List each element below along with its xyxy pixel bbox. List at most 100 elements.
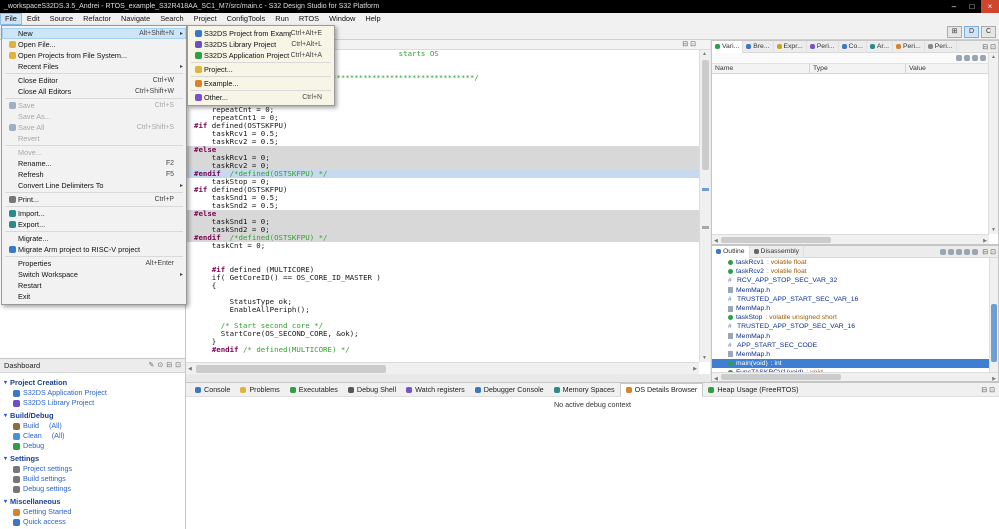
tab-os-details-browser[interactable]: OS Details Browser (620, 383, 704, 397)
menu-source[interactable]: Source (45, 13, 78, 25)
panel-minimize-icon[interactable]: ⊟ (982, 43, 988, 51)
dashboard-link-clean[interactable]: Clean(All) (4, 431, 181, 441)
panel-maximize-icon[interactable]: ⊡ (989, 386, 995, 394)
submenu-item-example[interactable]: Example... (188, 78, 334, 89)
dashboard-link-quick-access[interactable]: Quick access (4, 517, 181, 527)
tab-heap-usage-freertos[interactable]: Heap Usage (FreeRTOS) (703, 383, 803, 397)
submenu-item-other[interactable]: Other...Ctrl+N (188, 92, 334, 103)
menu-item-recent-files[interactable]: Recent Files▸ (2, 61, 186, 72)
tab-bre[interactable]: Bre... (743, 41, 773, 53)
scrollbar-thumb[interactable] (991, 304, 997, 362)
menu-item-convert-line-delimiters-to[interactable]: Convert Line Delimiters To▸ (2, 180, 186, 191)
scroll-right-icon[interactable]: ▶ (693, 366, 697, 372)
code-line[interactable]: taskSnd2 = 0.5; (186, 202, 699, 210)
link-suffix[interactable]: (All) (52, 431, 65, 441)
outline-item-main-void[interactable]: main(void) : int (712, 359, 998, 368)
outline-vertical-scrollbar[interactable] (989, 258, 998, 373)
dashboard-link-build-settings[interactable]: Build settings (4, 474, 181, 484)
maximize-icon[interactable]: ⊡ (175, 359, 181, 372)
menu-item-open-file[interactable]: Open File... (2, 39, 186, 50)
close-button[interactable]: × (981, 0, 999, 13)
tab-memory-spaces[interactable]: Memory Spaces (549, 383, 620, 397)
panel-maximize-icon[interactable]: ⊡ (990, 43, 996, 51)
menu-item-export[interactable]: Export... (2, 219, 186, 230)
menu-navigate[interactable]: Navigate (116, 13, 155, 25)
menu-search[interactable]: Search (155, 13, 188, 25)
scrollbar-thumb[interactable] (702, 60, 709, 170)
hide-non-public-icon[interactable] (964, 249, 970, 255)
collapse-all-icon[interactable] (972, 55, 978, 61)
dashboard-section-settings[interactable]: ▾Settings (4, 454, 181, 464)
dashboard-section-miscellaneous[interactable]: ▾Miscellaneous (4, 497, 181, 507)
menu-run[interactable]: Run (270, 13, 294, 25)
menu-window[interactable]: Window (324, 13, 360, 25)
code-line[interactable]: { (186, 282, 699, 290)
scrollbar-thumb[interactable] (721, 374, 841, 380)
tab-ar[interactable]: Ar... (867, 41, 893, 53)
outline-item-memmap-h[interactable]: MemMap.h (712, 286, 998, 295)
scroll-up-icon[interactable]: ▲ (702, 51, 707, 57)
scroll-down-icon[interactable]: ▼ (702, 355, 707, 361)
menu-item-refresh[interactable]: RefreshF5 (2, 169, 186, 180)
tab-debug-shell[interactable]: Debug Shell (343, 383, 401, 397)
panel-minimize-icon[interactable]: ⊟ (982, 248, 988, 256)
tab-disassembly[interactable]: Disassembly (750, 246, 805, 258)
menu-item-save[interactable]: SaveCtrl+S (2, 100, 186, 111)
editor-minimize-icon[interactable]: ⊟ (682, 40, 688, 50)
code-line[interactable]: taskRcv2 = 0.5; (186, 138, 699, 146)
dashboard-link-debug-settings[interactable]: Debug settings (4, 484, 181, 494)
sort-icon[interactable] (940, 249, 946, 255)
submenu-item-s32ds-library-project[interactable]: S32DS Library ProjectCtrl+Alt+L (188, 39, 334, 50)
menu-item-migrate-arm-project-to-risc-v-project[interactable]: Migrate Arm project to RISC-V project (2, 244, 186, 255)
scroll-up-icon[interactable]: ▲ (991, 54, 996, 60)
outline-item-taskstop[interactable]: taskStop : volatile unsigned short (712, 313, 998, 322)
variables-horizontal-scrollbar[interactable]: ◀ ▶ (712, 234, 989, 244)
outline-horizontal-scrollbar[interactable]: ◀ ▶ (712, 372, 998, 381)
menu-item-close-all-editors[interactable]: Close All EditorsCtrl+Shift+W (2, 86, 186, 97)
dashboard-section-build-debug[interactable]: ▾Build/Debug (4, 411, 181, 421)
link-suffix[interactable]: (All) (49, 421, 62, 431)
hide-fields-icon[interactable] (948, 249, 954, 255)
outline-item-memmap-h[interactable]: MemMap.h (712, 350, 998, 359)
menu-item-migrate[interactable]: Migrate... (2, 233, 186, 244)
outline-item-trusted-app-start-sec-var-16[interactable]: #TRUSTED_APP_START_SEC_VAR_16 (712, 295, 998, 304)
maximize-button[interactable]: □ (963, 0, 981, 13)
submenu-item-project[interactable]: Project... (188, 64, 334, 75)
cpp-perspective-button[interactable]: C (981, 26, 996, 38)
outline-item-rcv-app-stop-sec-var-32[interactable]: #RCV_APP_STOP_SEC_VAR_32 (712, 276, 998, 285)
scroll-left-icon[interactable]: ◀ (714, 238, 718, 244)
menu-item-rename[interactable]: Rename...F2 (2, 158, 186, 169)
menu-item-exit[interactable]: Exit (2, 291, 186, 302)
outline-item-taskrcv1[interactable]: taskRcv1 : volatile float (712, 258, 998, 267)
menu-item-switch-workspace[interactable]: Switch Workspace▸ (2, 269, 186, 280)
menu-item-save-as[interactable]: Save As... (2, 111, 186, 122)
hide-static-icon[interactable] (956, 249, 962, 255)
menu-item-new[interactable]: NewAlt+Shift+N▸ (2, 28, 186, 39)
column-header-type[interactable]: Type (810, 64, 906, 73)
menu-item-import[interactable]: Import... (2, 208, 186, 219)
dashboard-link-s32ds-library-project[interactable]: S32DS Library Project (4, 398, 181, 408)
tab-peri[interactable]: Peri... (893, 41, 925, 53)
open-perspective-icon[interactable]: ⊞ (947, 26, 962, 38)
menu-item-save-all[interactable]: Save AllCtrl+Shift+S (2, 122, 186, 133)
outline-item-app-start-sec-code[interactable]: #APP_START_SEC_CODE (712, 341, 998, 350)
tab-peri[interactable]: Peri... (925, 41, 957, 53)
menu-edit[interactable]: Edit (22, 13, 45, 25)
code-line[interactable]: #endif /* defined(MULTICORE) */ (186, 346, 699, 354)
outline-item-memmap-h[interactable]: MemMap.h (712, 332, 998, 341)
tab-outline[interactable]: Outline (712, 246, 750, 258)
menu-project[interactable]: Project (189, 13, 222, 25)
dashboard-link-debug[interactable]: Debug (4, 441, 181, 451)
outline-item-taskrcv2[interactable]: taskRcv2 : volatile float (712, 267, 998, 276)
menu-file[interactable]: File (0, 13, 22, 25)
menu-configtools[interactable]: ConfigTools (222, 13, 271, 25)
dashboard-section-project-creation[interactable]: ▾Project Creation (4, 378, 181, 388)
outline-item-trusted-app-stop-sec-var-16[interactable]: #TRUSTED_APP_STOP_SEC_VAR_16 (712, 322, 998, 331)
scrollbar-thumb[interactable] (196, 365, 386, 373)
code-line[interactable]: taskCnt = 0; (186, 242, 699, 250)
code-line[interactable]: EnableAllPeriph(); (186, 306, 699, 314)
tab-vari[interactable]: Vari... (712, 41, 743, 53)
tab-debugger-console[interactable]: Debugger Console (470, 383, 549, 397)
menu-item-restart[interactable]: Restart (2, 280, 186, 291)
submenu-item-s32ds-application-project[interactable]: S32DS Application ProjectCtrl+Alt+A (188, 50, 334, 61)
